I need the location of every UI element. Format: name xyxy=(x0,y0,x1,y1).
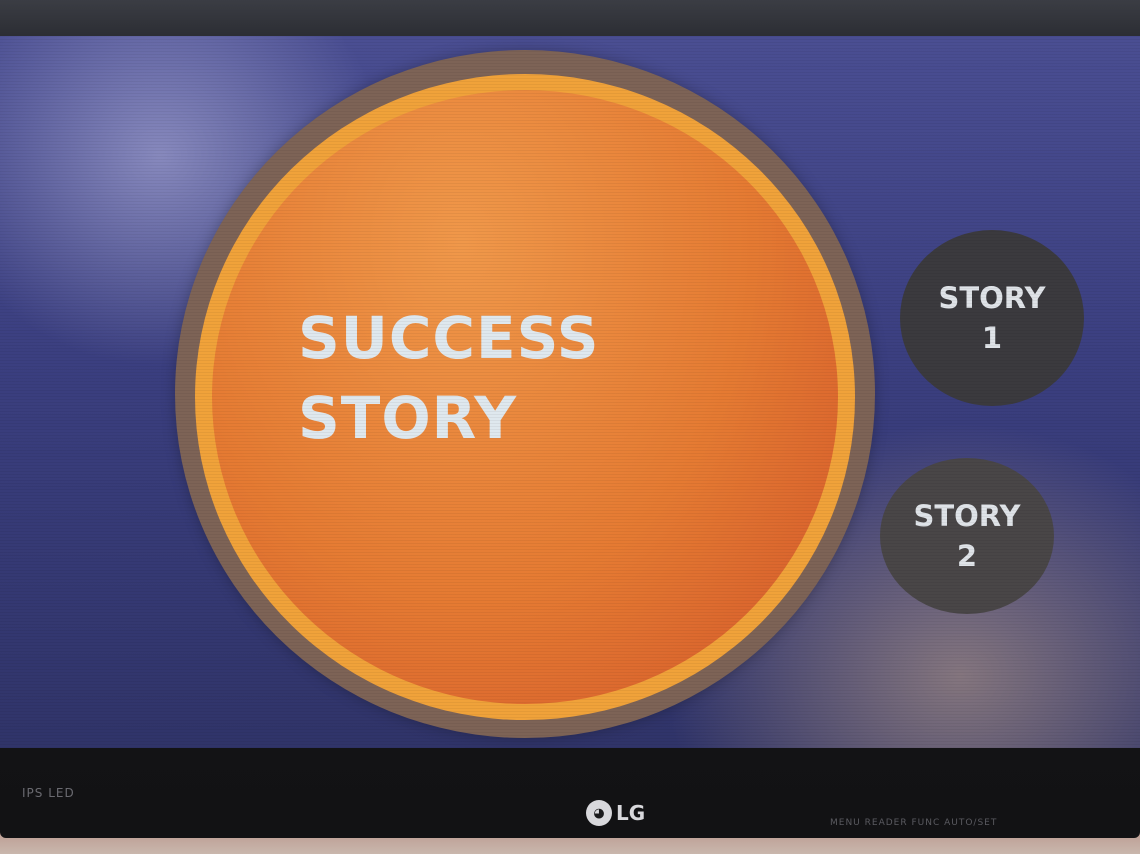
lg-logo-text: LG xyxy=(616,801,646,825)
monitor-controls[interactable]: MENU READER FUNC AUTO/SET xyxy=(830,818,997,828)
story-1-button[interactable]: STORY 1 xyxy=(900,230,1084,406)
ips-led-badge: IPS LED xyxy=(22,786,75,800)
story-2-label: STORY xyxy=(913,499,1021,533)
title-line-2: STORY xyxy=(298,384,518,452)
success-story-title: SUCCESS STORY xyxy=(298,298,600,458)
story-1-label: STORY xyxy=(938,281,1046,315)
story-2-number: 2 xyxy=(956,539,978,573)
lg-logo-icon: ◕ xyxy=(586,800,612,826)
monitor-top-bezel xyxy=(0,0,1140,38)
monitor-frame: SUCCESS STORY STORY 1 STORY 2 IPS LED ◕ … xyxy=(0,0,1140,838)
story-2-button[interactable]: STORY 2 xyxy=(880,458,1054,614)
lg-logo: ◕ LG xyxy=(586,800,645,826)
story-1-number: 1 xyxy=(981,321,1003,355)
title-line-1: SUCCESS xyxy=(298,304,600,372)
slide-screen: SUCCESS STORY STORY 1 STORY 2 xyxy=(0,36,1140,748)
